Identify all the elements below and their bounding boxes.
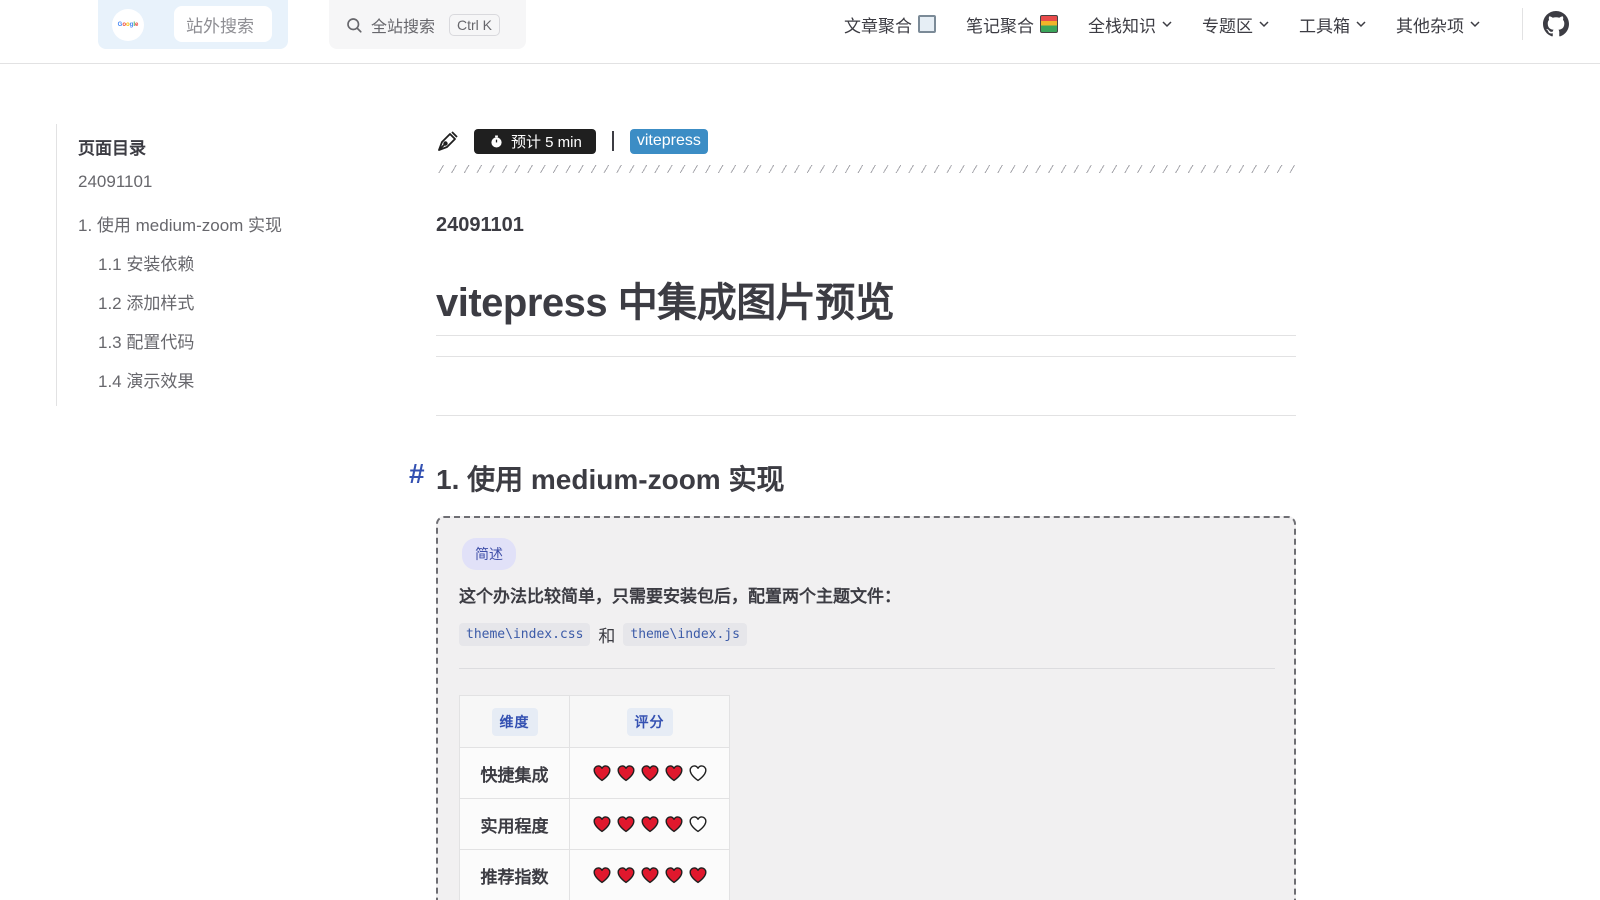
heading-anchor-link[interactable]: # xyxy=(409,458,425,490)
heart-filled-icon xyxy=(592,765,611,782)
table-row: 推荐指数 xyxy=(459,849,730,900)
top-navbar: Google 站外搜索 全站搜索 Ctrl K 文章聚合 笔记聚合 全栈知识 专… xyxy=(0,0,1600,64)
nav-item-label: 专题区 xyxy=(1202,16,1253,36)
table-cell: 快捷集成 xyxy=(459,747,570,799)
header-score: 评分 xyxy=(626,707,673,736)
file-list: theme\index.css 和 theme\index.js xyxy=(459,622,747,647)
newspaper-icon xyxy=(918,15,936,33)
page-title: vitepress 中集成图片预览 xyxy=(436,281,895,325)
heart-rating xyxy=(570,815,729,833)
table-cell: 实用程度 xyxy=(459,798,570,850)
row-label: 实用程度 xyxy=(480,816,549,836)
row-label: 推荐指数 xyxy=(480,867,549,887)
table-header-cell: 评分 xyxy=(569,695,730,748)
heart-rating xyxy=(570,866,729,884)
main-nav: 文章聚合 笔记聚合 全栈知识 专题区 工具箱 其他杂项 xyxy=(814,0,1480,48)
heart-outline-icon xyxy=(688,816,707,833)
nav-item-toolbox[interactable]: 工具箱 xyxy=(1299,12,1366,37)
heart-rating xyxy=(570,764,729,782)
table-row: 实用程度 xyxy=(459,798,730,850)
chevron-down-icon xyxy=(1470,21,1480,28)
chevron-down-icon xyxy=(1162,21,1172,28)
row-label: 快捷集成 xyxy=(480,765,549,785)
heart-filled-icon xyxy=(640,867,659,884)
outline-item-1-3[interactable]: 1.3 配置代码 xyxy=(98,328,194,353)
divider xyxy=(436,335,1296,336)
outline-item-date[interactable]: 24091101 xyxy=(78,172,152,192)
callout-divider xyxy=(459,668,1275,669)
outline-item-1-4[interactable]: 1.4 演示效果 xyxy=(98,367,194,392)
table-row: 快捷集成 xyxy=(459,747,730,799)
heart-filled-icon xyxy=(664,765,683,782)
table-cell xyxy=(569,849,730,900)
heart-filled-icon xyxy=(640,816,659,833)
heart-filled-icon xyxy=(616,867,635,884)
external-search-input[interactable]: 站外搜索 xyxy=(174,6,272,42)
nav-item-label: 笔记聚合 xyxy=(966,16,1034,36)
tag-badge[interactable]: vitepress xyxy=(629,128,708,154)
conjunction-text: 和 xyxy=(598,627,616,646)
summary-callout: 简述 这个办法比较简单，只需要安装包后，配置两个主题文件： theme\inde… xyxy=(436,516,1296,900)
heart-filled-icon xyxy=(592,816,611,833)
heart-filled-icon xyxy=(640,765,659,782)
fountain-pen-icon xyxy=(438,131,458,151)
table-header-cell: 维度 xyxy=(459,695,570,748)
section-heading: 1. 使用 medium-zoom 实现 xyxy=(436,464,785,495)
chevron-down-icon xyxy=(1259,21,1269,28)
nav-item-fullstack[interactable]: 全栈知识 xyxy=(1088,12,1172,37)
heart-filled-icon xyxy=(616,765,635,782)
search-shortcut-badge: Ctrl K xyxy=(449,13,501,36)
heart-filled-icon xyxy=(664,867,683,884)
divider xyxy=(436,356,1296,357)
github-icon[interactable] xyxy=(1543,11,1569,37)
nav-item-topics[interactable]: 专题区 xyxy=(1202,12,1269,37)
search-icon xyxy=(347,17,362,33)
table-cell xyxy=(569,747,730,799)
hatched-divider xyxy=(436,165,1296,173)
outline-item-1-2[interactable]: 1.2 添加样式 xyxy=(98,289,194,314)
divider xyxy=(436,415,1296,416)
date-heading: 24091101 xyxy=(436,214,524,236)
site-search-button[interactable]: 全站搜索 Ctrl K xyxy=(329,0,526,49)
article-meta: 预计 5 min vitepress xyxy=(436,126,708,156)
reading-time-text: 预计 5 min xyxy=(511,133,582,151)
page-outline: 页面目录 24091101 1. 使用 medium-zoom 实现 1.1 安… xyxy=(56,124,376,406)
table-cell: 推荐指数 xyxy=(459,849,570,900)
heart-outline-icon xyxy=(688,765,707,782)
heart-filled-icon xyxy=(592,867,611,884)
table-cell xyxy=(569,798,730,850)
nav-item-notes[interactable]: 笔记聚合 xyxy=(966,12,1058,37)
heart-filled-icon xyxy=(664,816,683,833)
stopwatch-icon xyxy=(491,134,502,148)
heart-filled-icon xyxy=(616,816,635,833)
summary-pill: 简述 xyxy=(462,538,516,570)
site-search-label: 全站搜索 xyxy=(371,18,436,36)
books-icon xyxy=(1040,15,1058,33)
google-logo[interactable]: Google xyxy=(112,9,144,41)
chevron-down-icon xyxy=(1356,21,1366,28)
table-header-row: 维度 评分 xyxy=(459,695,730,748)
nav-divider xyxy=(1522,8,1523,40)
outline-item-1-1[interactable]: 1.1 安装依赖 xyxy=(98,250,194,275)
meta-separator xyxy=(611,131,614,151)
heart-filled-icon xyxy=(688,867,707,884)
nav-item-label: 文章聚合 xyxy=(844,16,912,36)
nav-item-misc[interactable]: 其他杂项 xyxy=(1396,12,1480,37)
nav-item-label: 全栈知识 xyxy=(1088,16,1156,36)
outline-item-section-1[interactable]: 1. 使用 medium-zoom 实现 xyxy=(78,211,282,236)
nav-item-label: 工具箱 xyxy=(1299,16,1350,36)
inline-code: theme\index.js xyxy=(623,623,747,646)
external-search-box: Google 站外搜索 xyxy=(98,0,288,49)
rating-table: 维度 评分 快捷集成 实用程度 推荐指数 xyxy=(459,695,730,900)
outline-title: 页面目录 xyxy=(78,139,146,158)
nav-item-articles[interactable]: 文章聚合 xyxy=(844,12,936,37)
inline-code: theme\index.css xyxy=(459,623,591,646)
reading-time-badge: 预计 5 min xyxy=(474,128,596,154)
header-dimension: 维度 xyxy=(491,707,538,736)
nav-item-label: 其他杂项 xyxy=(1396,16,1464,36)
summary-text: 这个办法比较简单，只需要安装包后，配置两个主题文件： xyxy=(459,587,901,606)
